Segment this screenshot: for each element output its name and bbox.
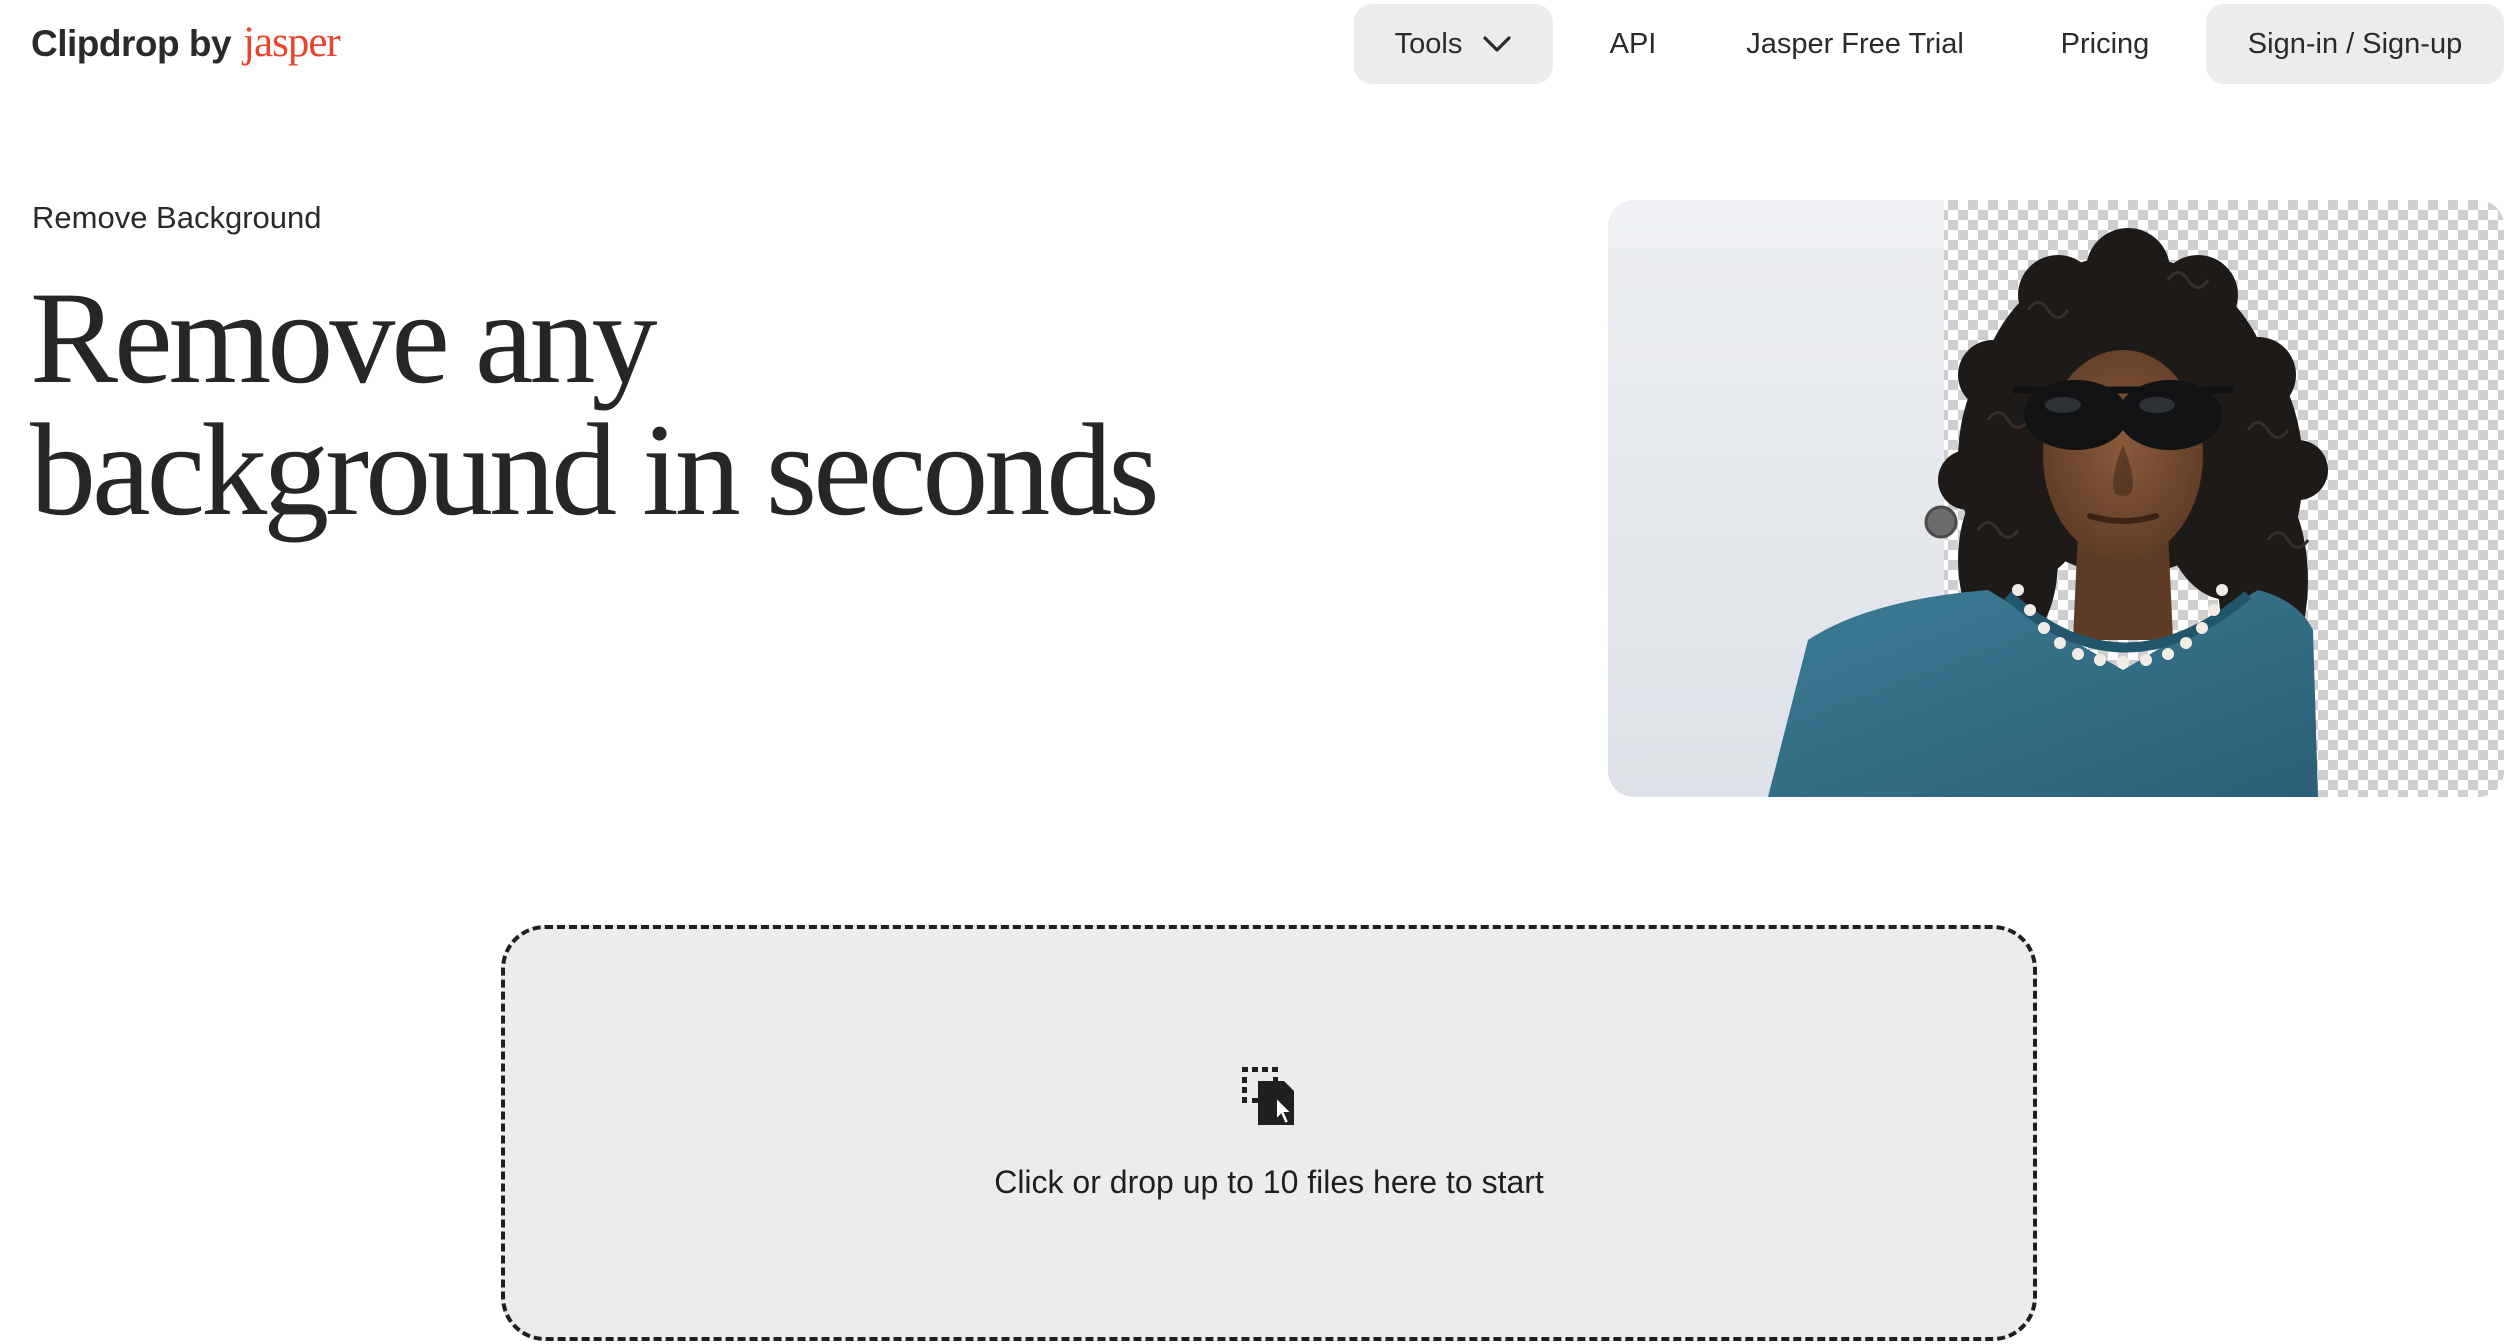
hero-title: Remove any background in seconds <box>30 272 1330 536</box>
logo-text: Clipdrop by <box>31 23 232 64</box>
dropzone-prompt: Click or drop up to 10 files here to sta… <box>994 1164 1544 1200</box>
chevron-down-icon <box>1483 36 1511 52</box>
site-header: Clipdrop by jasper Tools API Jasper Free… <box>0 0 2509 86</box>
tools-label: Tools <box>1394 27 1463 60</box>
nav-link-api[interactable]: API <box>1600 4 1666 84</box>
signin-signup-button[interactable]: Sign-in / Sign-up <box>2206 4 2504 84</box>
demo-image-illustration <box>1608 200 2504 797</box>
page-eyebrow: Remove Background <box>32 200 322 235</box>
drop-files-icon <box>1242 1067 1295 1125</box>
clipdrop-logo[interactable]: Clipdrop by jasper <box>31 18 341 67</box>
hero-title-line-1: Remove any <box>30 264 657 411</box>
nav-link-pricing[interactable]: Pricing <box>2050 4 2160 84</box>
tools-dropdown-button[interactable]: Tools <box>1354 4 1553 84</box>
before-after-demo-image <box>1608 200 2504 797</box>
nav-link-jasper-free-trial[interactable]: Jasper Free Trial <box>1740 4 1970 84</box>
logo-brand-jasper: jasper <box>243 19 341 66</box>
file-dropzone[interactable]: Click or drop up to 10 files here to sta… <box>501 925 2037 1341</box>
hero-title-line-2: background in seconds <box>30 396 1160 543</box>
